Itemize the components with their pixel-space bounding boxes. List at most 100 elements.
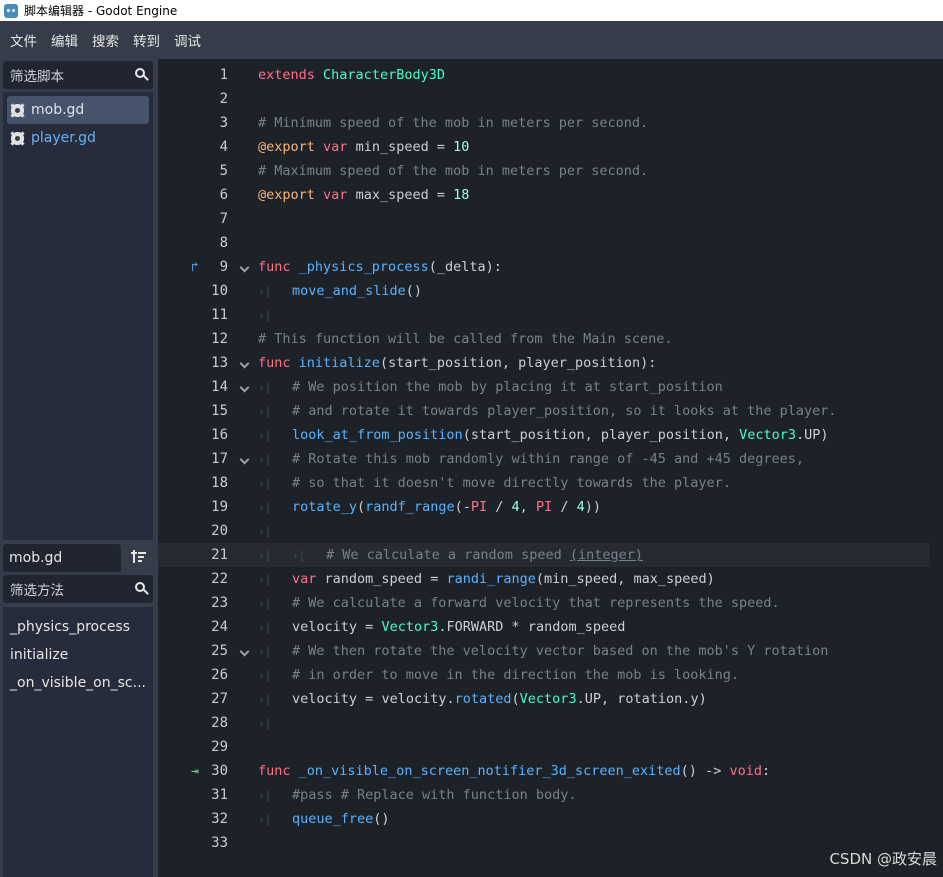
- line-number: 30: [211, 763, 228, 779]
- code-line[interactable]: 11 ›|: [158, 303, 943, 327]
- code-line[interactable]: 22 ›| var random_speed = randi_range(min_s…: [158, 567, 943, 591]
- code-line[interactable]: 7: [158, 207, 943, 231]
- menu-file[interactable]: 文件: [10, 30, 37, 50]
- code-line[interactable]: 32 ›| queue_free(): [158, 807, 943, 831]
- code-line[interactable]: 16 ›| look_at_from_position(start_position…: [158, 423, 943, 447]
- code-text: velocity = velocity.rotated(Vector3.UP, …: [292, 691, 707, 707]
- method-item[interactable]: initialize: [3, 641, 153, 669]
- code-line[interactable]: 2: [158, 87, 943, 111]
- indent-marker-icon: ›|: [258, 788, 272, 802]
- code-line[interactable]: 10 ›| move_and_slide(): [158, 279, 943, 303]
- indent-marker-icon: ›|: [258, 500, 272, 514]
- code-line[interactable]: 5 # Maximum speed of the mob in meters pe…: [158, 159, 943, 183]
- code-line[interactable]: 6 @export var max_speed = 18: [158, 183, 943, 207]
- line-number: 6: [219, 187, 228, 203]
- code-line[interactable]: 21 ›| ›| # We calculate a random speed (int…: [158, 543, 943, 567]
- filter-scripts-input[interactable]: 筛选脚本: [3, 61, 153, 89]
- line-number: 22: [211, 571, 228, 587]
- line-number: 24: [211, 619, 228, 635]
- fold-chevron-icon[interactable]: [239, 262, 250, 273]
- code-line[interactable]: 26 ›| # in order to move in the direction …: [158, 663, 943, 687]
- signal-connection-icon[interactable]: ⇥: [191, 764, 199, 779]
- code-line[interactable]: 18 ›| # so that it doesn't move directly t…: [158, 471, 943, 495]
- code-editor[interactable]: 1 extends CharacterBody3D 2 3 # Minimum spee…: [158, 59, 943, 877]
- code-line[interactable]: 23 ›| # We calculate a forward velocity th…: [158, 591, 943, 615]
- code-text: # We calculate a forward velocity that r…: [292, 595, 780, 611]
- fold-chevron-icon[interactable]: [239, 382, 250, 393]
- indent-marker-icon: ›|: [258, 668, 272, 682]
- code-line[interactable]: 19 ›| rotate_y(randf_range(-PI / 4, PI / 4…: [158, 495, 943, 519]
- fold-chevron-icon[interactable]: [239, 454, 250, 465]
- gear-icon: [11, 131, 24, 145]
- code-text: move_and_slide(): [292, 283, 423, 299]
- code-text: # This function will be called from the …: [258, 331, 673, 347]
- code-line[interactable]: 13 func initialize(start_position, player…: [158, 351, 943, 375]
- code-line[interactable]: 3 # Minimum speed of the mob in meters pe…: [158, 111, 943, 135]
- menu-debug[interactable]: 调试: [174, 30, 201, 50]
- watermark: CSDN @政安晨: [829, 850, 937, 868]
- line-number: 5: [219, 163, 228, 179]
- line-number: 21: [211, 547, 228, 563]
- code-line[interactable]: 25 ›| # We then rotate the velocity vector…: [158, 639, 943, 663]
- code-line[interactable]: 15 ›| # and rotate it towards player_posit…: [158, 399, 943, 423]
- filter-methods-input[interactable]: 筛选方法: [3, 575, 153, 603]
- code-text: # Rotate this mob randomly within range …: [292, 451, 805, 467]
- search-icon: [135, 68, 145, 78]
- line-number: 12: [211, 331, 228, 347]
- fold-chevron-icon[interactable]: [239, 646, 250, 657]
- indent-marker-icon: ›|: [258, 716, 272, 730]
- line-number: 9: [219, 259, 228, 275]
- code-line[interactable]: 1 extends CharacterBody3D: [158, 63, 943, 87]
- code-line[interactable]: 14 ›| # We position the mob by placing it …: [158, 375, 943, 399]
- line-number: 29: [211, 739, 228, 755]
- code-line[interactable]: 17 ›| # Rotate this mob randomly within ra…: [158, 447, 943, 471]
- indent-marker-icon: ›|: [258, 476, 272, 490]
- code-line[interactable]: 27 ›| velocity = velocity.rotated(Vector3.…: [158, 687, 943, 711]
- line-number: 31: [211, 787, 228, 803]
- method-item[interactable]: _physics_process: [3, 613, 153, 641]
- menu-search[interactable]: 搜索: [92, 30, 119, 50]
- line-number: 28: [211, 715, 228, 731]
- line-number: 23: [211, 595, 228, 611]
- sort-icon[interactable]: [131, 549, 147, 565]
- line-number: 27: [211, 691, 228, 707]
- current-script-name: mob.gd: [3, 544, 121, 572]
- code-line[interactable]: 30 ⇥ func _on_visible_on_screen_notifier_3…: [158, 759, 943, 783]
- line-number: 2: [219, 91, 228, 107]
- code-line[interactable]: 4 @export var min_speed = 10: [158, 135, 943, 159]
- code-line[interactable]: 8: [158, 231, 943, 255]
- filter-scripts-placeholder: 筛选脚本: [10, 69, 64, 85]
- menu-goto[interactable]: 转到: [133, 30, 160, 50]
- code-line[interactable]: 31 ›| #pass # Replace with function body.: [158, 783, 943, 807]
- menu-edit[interactable]: 编辑: [51, 30, 78, 50]
- code-text: # Maximum speed of the mob in meters per…: [258, 163, 649, 179]
- script-item-player[interactable]: player.gd: [7, 124, 149, 152]
- code-line[interactable]: 12 # This function will be called from th…: [158, 327, 943, 351]
- code-line[interactable]: 20 ›|: [158, 519, 943, 543]
- code-text: func _on_visible_on_screen_notifier_3d_s…: [258, 763, 771, 779]
- indent-marker-icon: ›|: [292, 548, 306, 562]
- window-titlebar: 脚本编辑器 - Godot Engine: [0, 0, 943, 21]
- code-line[interactable]: 28 ›|: [158, 711, 943, 735]
- line-number: 13: [211, 355, 228, 371]
- code-line[interactable]: 9 ↱ func _physics_process(_delta):: [158, 255, 943, 279]
- script-item-label: mob.gd: [31, 102, 85, 118]
- line-number: 25: [211, 643, 228, 659]
- indent-marker-icon: ›|: [258, 428, 272, 442]
- code-line[interactable]: 33: [158, 831, 943, 855]
- method-list: _physics_process initialize _on_visible_…: [3, 607, 153, 877]
- line-number: 20: [211, 523, 228, 539]
- code-line[interactable]: 29: [158, 735, 943, 759]
- godot-logo-icon: [4, 3, 18, 18]
- method-item[interactable]: _on_visible_on_sc...: [3, 669, 153, 697]
- indent-marker-icon: ›|: [258, 812, 272, 826]
- editor-scrollbar[interactable]: [930, 59, 943, 877]
- gear-icon: [11, 103, 24, 117]
- fold-chevron-icon[interactable]: [239, 358, 250, 369]
- script-item-mob[interactable]: mob.gd: [7, 96, 149, 124]
- line-number: 4: [219, 139, 228, 155]
- indent-marker-icon: ›|: [258, 572, 272, 586]
- code-line[interactable]: 24 ›| velocity = Vector3.FORWARD * random_…: [158, 615, 943, 639]
- code-text: rotate_y(randf_range(-PI / 4, PI / 4)): [292, 499, 602, 515]
- code-text: queue_free(): [292, 811, 390, 827]
